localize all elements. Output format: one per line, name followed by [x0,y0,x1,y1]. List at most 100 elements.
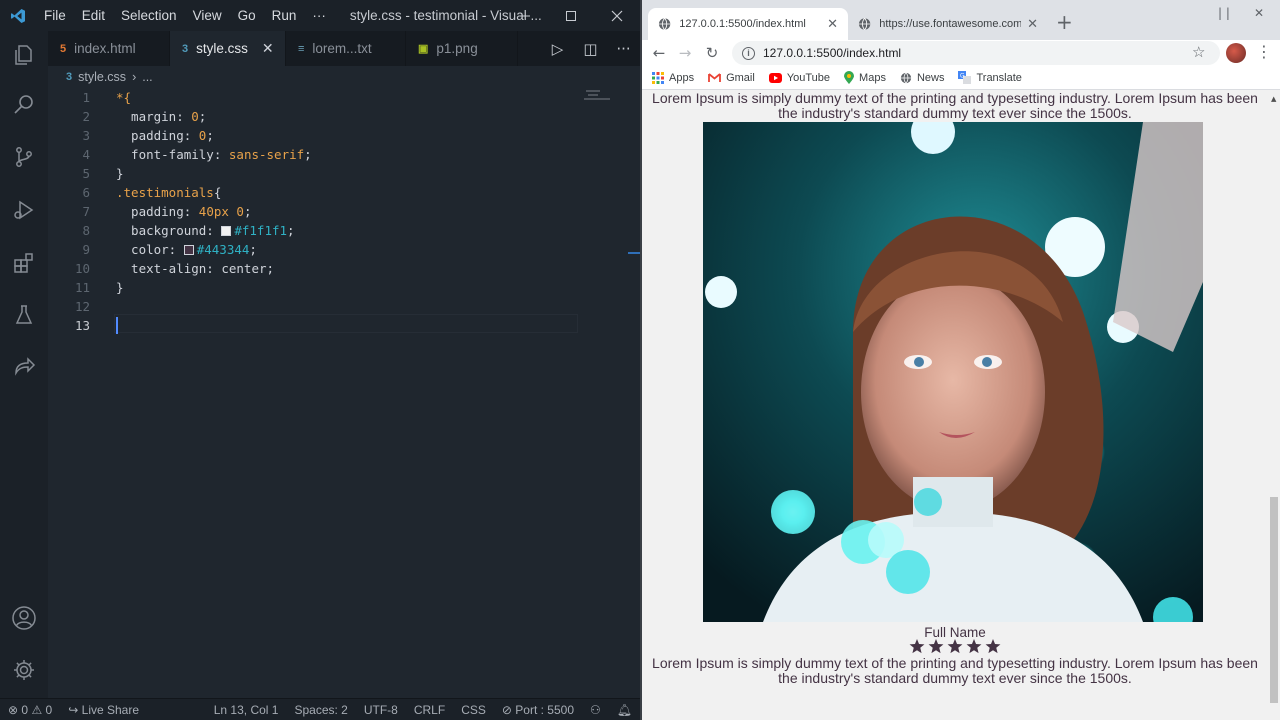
bookmark-gmail[interactable]: Gmail [708,72,755,84]
breadcrumb-rest[interactable]: ... [142,70,152,84]
cursor-position[interactable]: Ln 13, Col 1 [206,703,287,717]
live-share-icon[interactable] [0,343,48,391]
source-control-icon[interactable] [0,133,48,181]
star-icon [947,639,963,654]
run-file-icon[interactable]: ▷ [541,40,574,58]
code-line: 6 .testimonials{ [82,185,222,200]
bookmark-star-icon[interactable]: ☆ [1192,43,1205,61]
account-icon[interactable] [0,594,48,642]
menu-more[interactable]: ··· [304,0,334,31]
maximize-button[interactable] [548,0,594,31]
close-window-icon[interactable]: ✕ [1254,6,1264,20]
encoding[interactable]: UTF-8 [356,703,406,717]
bookmark-news[interactable]: News [900,72,944,84]
editor-tabs: 5 index.html 3 style.css ✕ ≡ lorem...txt… [48,31,640,66]
menu-edit[interactable]: Edit [74,0,113,31]
code-line: 12 [74,299,90,314]
problems-indicator[interactable]: ⊗ 0 ⚠ 0 [0,703,60,717]
bookmark-apps[interactable]: Apps [652,71,694,84]
close-tab-icon[interactable]: ✕ [262,40,274,57]
close-window-button[interactable] [594,0,640,31]
breadcrumb-file[interactable]: style.css [78,70,126,84]
editor-actions: ▷ ◫ ··· [541,31,640,66]
minimap[interactable] [584,88,624,102]
minimize-button[interactable] [502,0,548,31]
scrollbar-thumb[interactable] [1270,497,1278,703]
breadcrumb: 3 style.css › ... [48,66,640,88]
browser-toolbar: ← → ↻ i 127.0.0.1:5500/index.html ☆ ⋮ [642,40,1280,66]
code-line: 11} [74,280,124,295]
menu-run[interactable]: Run [264,0,305,31]
testimonial-text-bottom: Lorem Ipsum is simply dummy text of the … [652,655,1258,686]
testimonial-text-top: Lorem Ipsum is simply dummy text of the … [652,91,1258,121]
html-file-icon: 5 [60,42,67,55]
tab-label: p1.png [436,41,478,56]
close-tab-icon[interactable]: ✕ [827,16,838,32]
language-mode[interactable]: CSS [453,703,494,717]
apps-grid-icon [652,71,664,84]
scroll-up-arrow-icon[interactable]: ▲ [1271,95,1276,103]
text-cursor [116,317,118,334]
settings-gear-icon[interactable] [0,646,48,694]
star-rating [642,639,1268,654]
translate-icon: G [958,71,972,84]
browser-tab[interactable]: https://use.fontawesome.com/re ✕ [848,8,1048,40]
extensions-icon[interactable] [0,239,48,287]
feedback-icon[interactable]: ⚇ [582,703,609,717]
css-file-icon: 3 [182,42,189,55]
code-line: 3 padding: 0; [82,128,214,143]
code-line: 4 font-family: sans-serif; [82,147,312,162]
code-line: 2 margin: 0; [82,109,207,124]
explorer-icon[interactable] [0,31,48,79]
reload-icon[interactable]: ↻ [701,42,723,64]
menu-view[interactable]: View [185,0,230,31]
live-share-status[interactable]: ↪ Live Share [60,703,147,717]
code-line: 9 color: #443344; [82,242,257,257]
tab-lorem-txt[interactable]: ≡ lorem...txt [286,31,406,66]
bookmarks-bar: Apps Gmail YouTube Maps News G Translate [642,66,1280,90]
bookmark-maps[interactable]: Maps [844,71,886,84]
color-swatch[interactable] [221,226,232,236]
menu-file[interactable]: File [36,0,74,31]
page-viewport[interactable]: Lorem Ipsum is simply dummy text of the … [642,91,1268,720]
back-arrow-icon[interactable]: ← [648,42,670,64]
bookmark-youtube[interactable]: YouTube [768,72,830,84]
tab-label: lorem...txt [312,41,372,56]
browser-menu-icon[interactable]: ⋮ [1256,42,1272,61]
forward-arrow-icon[interactable]: → [674,42,696,64]
address-bar[interactable]: i 127.0.0.1:5500/index.html [732,41,1220,65]
globe-icon [900,72,912,84]
indentation[interactable]: Spaces: 2 [286,703,355,717]
tab-p1-png[interactable]: ▣ p1.png [406,31,518,66]
browser-tab-active[interactable]: 127.0.0.1:5500/index.html ✕ [648,8,848,40]
code-line: 5} [82,166,124,181]
menu-selection[interactable]: Selection [113,0,185,31]
tab-style-css[interactable]: 3 style.css ✕ [170,31,286,66]
star-icon [985,639,1001,654]
minimize-icon[interactable]: | | [1218,6,1230,20]
status-bar: ⊗ 0 ⚠ 0 ↪ Live Share Ln 13, Col 1 Spaces… [0,698,640,720]
notifications-bell-icon[interactable]: 🔔︎ [609,703,640,717]
close-tab-icon[interactable]: ✕ [1027,16,1038,32]
image-file-icon: ▣ [418,43,429,55]
live-server-port[interactable]: ⊘ Port : 5500 [494,703,582,717]
menu-go[interactable]: Go [230,0,264,31]
profile-avatar[interactable] [1226,43,1246,63]
new-tab-icon[interactable]: + [1056,10,1073,34]
testing-flask-icon[interactable] [0,291,48,339]
split-editor-icon[interactable]: ◫ [574,40,607,58]
line-ending[interactable]: CRLF [406,703,453,717]
site-info-icon[interactable]: i [742,46,755,60]
bookmark-translate[interactable]: G Translate [958,71,1022,84]
vscode-logo-icon [0,0,36,31]
code-editor[interactable]: 1 *{ 2 margin: 0; 3 padding: 0; 4 font-fa… [48,88,640,698]
code-line: 1 *{ [82,90,132,105]
gmail-icon [708,72,721,83]
search-icon[interactable] [0,81,48,129]
color-swatch[interactable] [183,245,194,255]
page-scrollbar[interactable]: ▲ [1268,91,1280,720]
tab-index-html[interactable]: 5 index.html [48,31,170,66]
code-line: 10 text-align: center; [74,261,275,276]
run-debug-icon[interactable] [0,186,48,234]
more-actions-icon[interactable]: ··· [607,40,640,58]
